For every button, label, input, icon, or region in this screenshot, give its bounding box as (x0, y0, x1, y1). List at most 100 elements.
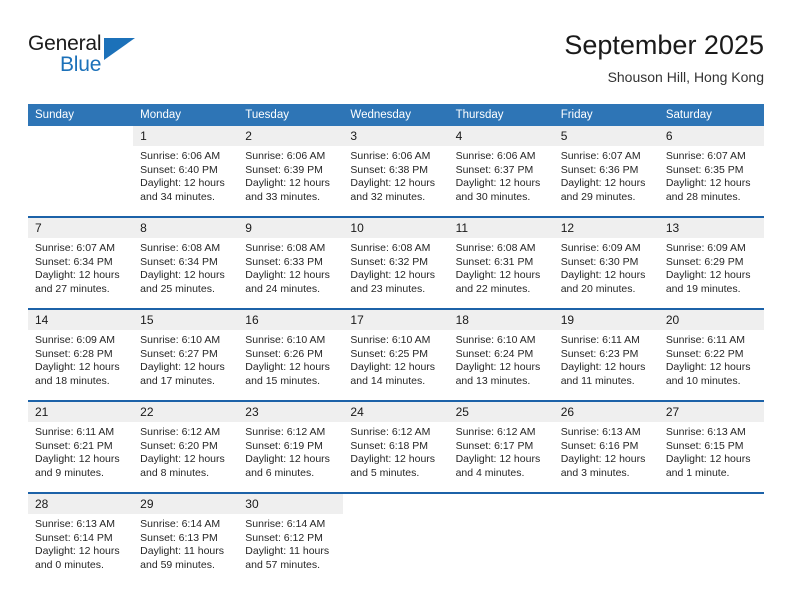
day-number-cell[interactable]: 20 (658, 310, 764, 330)
day-number-cell[interactable]: 4 (448, 126, 554, 146)
daylight-text-line1: Daylight: 11 hours (140, 545, 224, 558)
daylight-text-line1: Daylight: 12 hours (245, 269, 330, 282)
daylight-text-line1: Daylight: 12 hours (455, 453, 541, 466)
day-detail-cell: Sunrise: 6:10 AM Sunset: 6:25 PM Daylight:… (343, 330, 449, 400)
sunset-text: Sunset: 6:18 PM (350, 439, 429, 452)
sunset-text: Sunset: 6:30 PM (560, 255, 639, 268)
day-number-cell[interactable]: 17 (343, 310, 449, 330)
daylight-text-line2: and 22 minutes. (455, 282, 531, 295)
day-number-cell[interactable]: 16 (238, 310, 344, 330)
day-number-cell[interactable]: 5 (553, 126, 659, 146)
daylight-text-line2: and 17 minutes. (140, 374, 215, 387)
day-number-cell[interactable]: 10 (343, 218, 449, 238)
daylight-text-line2: and 30 minutes. (455, 190, 531, 203)
sunset-text: Sunset: 6:14 PM (35, 531, 113, 544)
day-number-cell[interactable]: 18 (448, 310, 554, 330)
daylight-text-line1: Daylight: 12 hours (560, 177, 646, 190)
sunrise-text: Sunrise: 6:06 AM (350, 150, 431, 162)
day-number-cell[interactable]: 15 (133, 310, 239, 330)
sunset-text: Sunset: 6:19 PM (245, 439, 323, 452)
day-number-cell[interactable]: 9 (238, 218, 344, 238)
day-detail-cell: Sunrise: 6:11 AM Sunset: 6:23 PM Daylight:… (553, 330, 659, 400)
page-title: September 2025 (564, 30, 764, 60)
day-number-cell[interactable]: 7 (28, 218, 134, 238)
sunset-text: Sunset: 6:33 PM (245, 255, 323, 268)
day-detail-cell: Sunrise: 6:08 AM Sunset: 6:32 PM Daylight:… (343, 238, 449, 308)
day-number-cell[interactable]: 25 (448, 402, 554, 422)
day-number-cell[interactable]: 29 (133, 494, 239, 514)
daylight-text-line2: and 1 minute. (665, 466, 730, 479)
sunset-text: Sunset: 6:38 PM (350, 163, 429, 176)
day-number-cell[interactable]: 19 (553, 310, 659, 330)
sunrise-text: Sunrise: 6:09 AM (35, 334, 115, 346)
daylight-text-line2: and 3 minutes. (560, 466, 630, 479)
brand-name-blue: Blue (60, 53, 102, 76)
day-number-row: 123456 (28, 126, 764, 146)
title-block: September 2025 Shouson Hill, Hong Kong (564, 28, 764, 87)
blue-triangle-flag-icon (104, 38, 135, 60)
day-detail-cell: Sunrise: 6:12 AM Sunset: 6:17 PM Daylight:… (448, 422, 554, 492)
day-detail-row: Sunrise: 6:07 AM Sunset: 6:34 PM Daylight:… (28, 238, 764, 308)
day-number-cell[interactable]: 22 (133, 402, 239, 422)
day-number-cell[interactable]: 27 (658, 402, 764, 422)
sunset-text: Sunset: 6:23 PM (560, 347, 639, 360)
day-number-cell[interactable]: 14 (28, 310, 134, 330)
sunset-text: Sunset: 6:34 PM (35, 255, 113, 268)
day-detail-cell: Sunrise: 6:08 AM Sunset: 6:33 PM Daylight:… (238, 238, 344, 308)
sunrise-text: Sunrise: 6:11 AM (560, 334, 640, 346)
day-detail-cell: Sunrise: 6:08 AM Sunset: 6:31 PM Daylight:… (448, 238, 554, 308)
day-number-cell[interactable]: 21 (28, 402, 134, 422)
day-number-cell[interactable]: 3 (343, 126, 449, 146)
sunset-text: Sunset: 6:16 PM (560, 439, 639, 452)
day-number-cell[interactable]: 2 (238, 126, 344, 146)
day-number-cell[interactable]: 26 (553, 402, 659, 422)
day-number-cell[interactable]: 12 (553, 218, 659, 238)
day-number-cell[interactable]: 6 (658, 126, 764, 146)
daylight-text-line2: and 4 minutes. (455, 466, 525, 479)
sunset-text: Sunset: 6:32 PM (350, 255, 429, 268)
sunset-text: Sunset: 6:37 PM (455, 163, 534, 176)
daylight-text-line1: Daylight: 11 hours (245, 545, 330, 558)
day-number-row: 28 29 30 (28, 494, 764, 514)
day-number-row: 21 22 23 24 25 26 27 (28, 402, 764, 422)
daylight-text-line2: and 5 minutes. (350, 466, 420, 479)
daylight-text-line2: and 59 minutes. (140, 558, 215, 571)
weekday-header-friday: Friday (553, 104, 659, 126)
day-number-cell[interactable]: 23 (238, 402, 344, 422)
sunrise-text: Sunrise: 6:06 AM (455, 150, 536, 162)
daylight-text-line2: and 0 minutes. (35, 558, 104, 571)
weekday-header-tuesday: Tuesday (238, 104, 344, 126)
sunset-text: Sunset: 6:12 PM (245, 531, 323, 544)
daylight-text-line1: Daylight: 12 hours (35, 361, 120, 374)
daylight-text-line1: Daylight: 12 hours (245, 177, 330, 190)
day-number-cell[interactable]: 11 (448, 218, 554, 238)
day-detail-cell: Sunrise: 6:06 AM Sunset: 6:38 PM Daylight:… (343, 146, 449, 216)
sunset-text: Sunset: 6:29 PM (665, 255, 744, 268)
day-number-cell[interactable]: 13 (658, 218, 764, 238)
day-detail-empty (343, 514, 449, 584)
day-number-cell[interactable]: 28 (28, 494, 134, 514)
daylight-text-line2: and 13 minutes. (455, 374, 531, 387)
daylight-text-line2: and 29 minutes. (560, 190, 636, 203)
day-number-cell[interactable]: 24 (343, 402, 449, 422)
sunset-text: Sunset: 6:39 PM (245, 163, 323, 176)
day-number-empty (658, 494, 764, 514)
general-blue-logo[interactable]: General Blue (28, 32, 158, 82)
day-detail-cell: Sunrise: 6:06 AM Sunset: 6:39 PM Daylight:… (238, 146, 344, 216)
weekday-header-wednesday: Wednesday (343, 104, 449, 126)
daylight-text-line2: and 27 minutes. (35, 282, 110, 295)
day-number-cell[interactable]: 30 (238, 494, 344, 514)
daylight-text-line2: and 19 minutes. (665, 282, 741, 295)
sunrise-text: Sunrise: 6:11 AM (35, 426, 115, 438)
page-header: General Blue September 2025 Shouson Hill… (28, 28, 764, 98)
day-number-empty (553, 494, 659, 514)
day-detail-empty (658, 514, 764, 584)
sunset-text: Sunset: 6:22 PM (665, 347, 744, 360)
day-detail-row: Sunrise: 6:11 AM Sunset: 6:21 PM Daylight:… (28, 422, 764, 492)
day-detail-empty (448, 514, 554, 584)
sunset-text: Sunset: 6:24 PM (455, 347, 534, 360)
day-number-cell[interactable]: 8 (133, 218, 239, 238)
day-detail-empty (553, 514, 659, 584)
day-number-cell[interactable]: 1 (133, 126, 239, 146)
sunset-text: Sunset: 6:13 PM (140, 531, 218, 544)
